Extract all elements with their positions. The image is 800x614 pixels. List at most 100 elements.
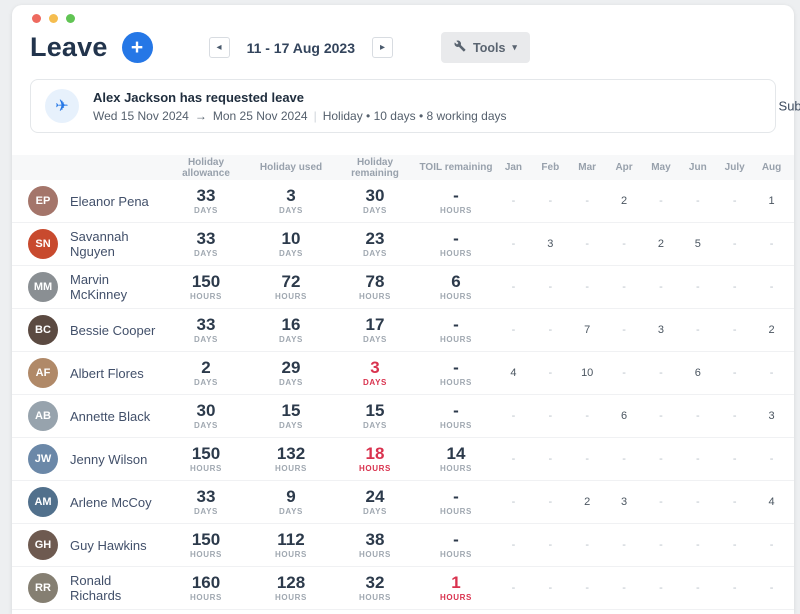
- month-cell: -: [716, 238, 753, 250]
- page-header: Leave + ◂ 11 - 17 Aug 2023 ▸ Tools ▾: [12, 5, 794, 79]
- stat-value: -: [417, 488, 495, 506]
- stat-value: -: [417, 359, 495, 377]
- stat-unit: DAYS: [163, 378, 249, 387]
- stat-cell: 72HOURS: [249, 273, 333, 302]
- stat-value: 72: [249, 273, 333, 291]
- employee-name: Arlene McCoy: [70, 495, 152, 510]
- month-cell: -: [532, 582, 569, 594]
- month-cell: -: [606, 367, 643, 379]
- column-header: Holiday remaining: [333, 157, 417, 179]
- stat-cell: 15DAYS: [333, 402, 417, 431]
- table-row[interactable]: SNSavannah Nguyen33DAYS10DAYS23DAYS-HOUR…: [12, 223, 794, 266]
- stat-unit: DAYS: [163, 335, 249, 344]
- stat-value: 33: [163, 230, 249, 248]
- submit-button[interactable]: Submit: [779, 99, 800, 114]
- month-cell: 3: [753, 410, 790, 422]
- stat-cell: 9DAYS: [249, 488, 333, 517]
- leave-summary: Holiday • 10 days • 8 working days: [323, 109, 507, 123]
- month-cell: 6: [679, 367, 716, 379]
- table-header-row: Holiday allowanceHoliday usedHoliday rem…: [12, 155, 794, 180]
- month-cell: 4: [495, 367, 532, 379]
- employee-cell: JWJenny Wilson: [28, 444, 163, 474]
- stat-unit: HOURS: [163, 292, 249, 301]
- employee-cell: GHGuy Hawkins: [28, 530, 163, 560]
- month-cell: -: [643, 195, 680, 207]
- month-cell: 1: [753, 195, 790, 207]
- month-cell: -: [679, 453, 716, 465]
- stat-cell: -HOURS: [417, 531, 495, 560]
- table-row[interactable]: MMMarvin McKinney150HOURS72HOURS78HOURS6…: [12, 266, 794, 309]
- stat-value: 3: [333, 359, 417, 377]
- stat-cell: 150HOURS: [163, 273, 249, 302]
- month-cell: -: [532, 281, 569, 293]
- avatar: EP: [28, 186, 58, 216]
- stat-unit: HOURS: [417, 378, 495, 387]
- stat-value: 30: [333, 187, 417, 205]
- zoom-window-button[interactable]: [66, 14, 75, 23]
- stat-cell: 3DAYS: [333, 359, 417, 388]
- leave-date-from: Wed 15 Nov 2024: [93, 109, 189, 123]
- stat-value: -: [417, 531, 495, 549]
- month-cell: -: [495, 582, 532, 594]
- month-cell: -: [606, 582, 643, 594]
- stat-cell: 24DAYS: [333, 488, 417, 517]
- table-row[interactable]: ABAnnette Black30DAYS15DAYS15DAYS-HOURS-…: [12, 395, 794, 438]
- month-cell: -: [643, 453, 680, 465]
- stat-value: 1: [417, 574, 495, 592]
- employee-cell: AFAlbert Flores: [28, 358, 163, 388]
- divider: |: [314, 109, 317, 123]
- table-row[interactable]: RRRonald Richards160HOURS128HOURS32HOURS…: [12, 567, 794, 610]
- employee-cell: AMArlene McCoy: [28, 487, 163, 517]
- table-row[interactable]: AFAlbert Flores2DAYS29DAYS3DAYS-HOURS4-1…: [12, 352, 794, 395]
- stat-unit: HOURS: [417, 464, 495, 473]
- stat-unit: HOURS: [417, 249, 495, 258]
- stat-cell: 15DAYS: [249, 402, 333, 431]
- avatar: AF: [28, 358, 58, 388]
- employee-cell: BCBessie Cooper: [28, 315, 163, 345]
- stat-value: 24: [333, 488, 417, 506]
- stat-cell: 30DAYS: [333, 187, 417, 216]
- stat-value: 132: [249, 445, 333, 463]
- stat-cell: -HOURS: [417, 402, 495, 431]
- add-leave-button[interactable]: +: [122, 32, 153, 63]
- stat-value: 9: [249, 488, 333, 506]
- table-row[interactable]: GHGuy Hawkins150HOURS112HOURS38HOURS-HOU…: [12, 524, 794, 567]
- stat-unit: HOURS: [163, 464, 249, 473]
- month-cell: 3: [606, 496, 643, 508]
- stat-cell: 33DAYS: [163, 488, 249, 517]
- month-cell: -: [495, 281, 532, 293]
- stat-value: 18: [333, 445, 417, 463]
- stat-unit: HOURS: [333, 292, 417, 301]
- stat-value: -: [417, 402, 495, 420]
- month-cell: -: [716, 410, 753, 422]
- month-cell: -: [495, 496, 532, 508]
- stat-unit: DAYS: [163, 206, 249, 215]
- minimize-window-button[interactable]: [49, 14, 58, 23]
- month-cell: -: [532, 367, 569, 379]
- column-header-month: May: [643, 162, 680, 173]
- stat-cell: 33DAYS: [163, 316, 249, 345]
- date-range-label: 11 - 17 Aug 2023: [247, 40, 355, 56]
- month-cell: -: [643, 367, 680, 379]
- month-cell: -: [753, 367, 790, 379]
- month-cell: -: [495, 453, 532, 465]
- table-row[interactable]: BCBessie Cooper33DAYS16DAYS17DAYS-HOURS-…: [12, 309, 794, 352]
- employee-cell: SNSavannah Nguyen: [28, 229, 163, 259]
- stat-cell: 38HOURS: [333, 531, 417, 560]
- stat-value: 3: [249, 187, 333, 205]
- next-week-button[interactable]: ▸: [372, 37, 393, 58]
- leave-request-details: Alex Jackson has requested leave Wed 15 …: [93, 90, 507, 123]
- page-title: Leave: [30, 32, 108, 63]
- table-row[interactable]: EPEleanor Pena33DAYS3DAYS30DAYS-HOURS---…: [12, 180, 794, 223]
- tools-button[interactable]: Tools ▾: [441, 32, 530, 63]
- avatar: BC: [28, 315, 58, 345]
- stat-unit: HOURS: [417, 335, 495, 344]
- close-window-button[interactable]: [32, 14, 41, 23]
- table-row[interactable]: AMArlene McCoy33DAYS9DAYS24DAYS-HOURS--2…: [12, 481, 794, 524]
- table-row[interactable]: JWJenny Wilson150HOURS132HOURS18HOURS14H…: [12, 438, 794, 481]
- stat-cell: -HOURS: [417, 230, 495, 259]
- month-cell: 2: [753, 324, 790, 336]
- month-cell: -: [643, 582, 680, 594]
- stat-unit: HOURS: [417, 292, 495, 301]
- prev-week-button[interactable]: ◂: [209, 37, 230, 58]
